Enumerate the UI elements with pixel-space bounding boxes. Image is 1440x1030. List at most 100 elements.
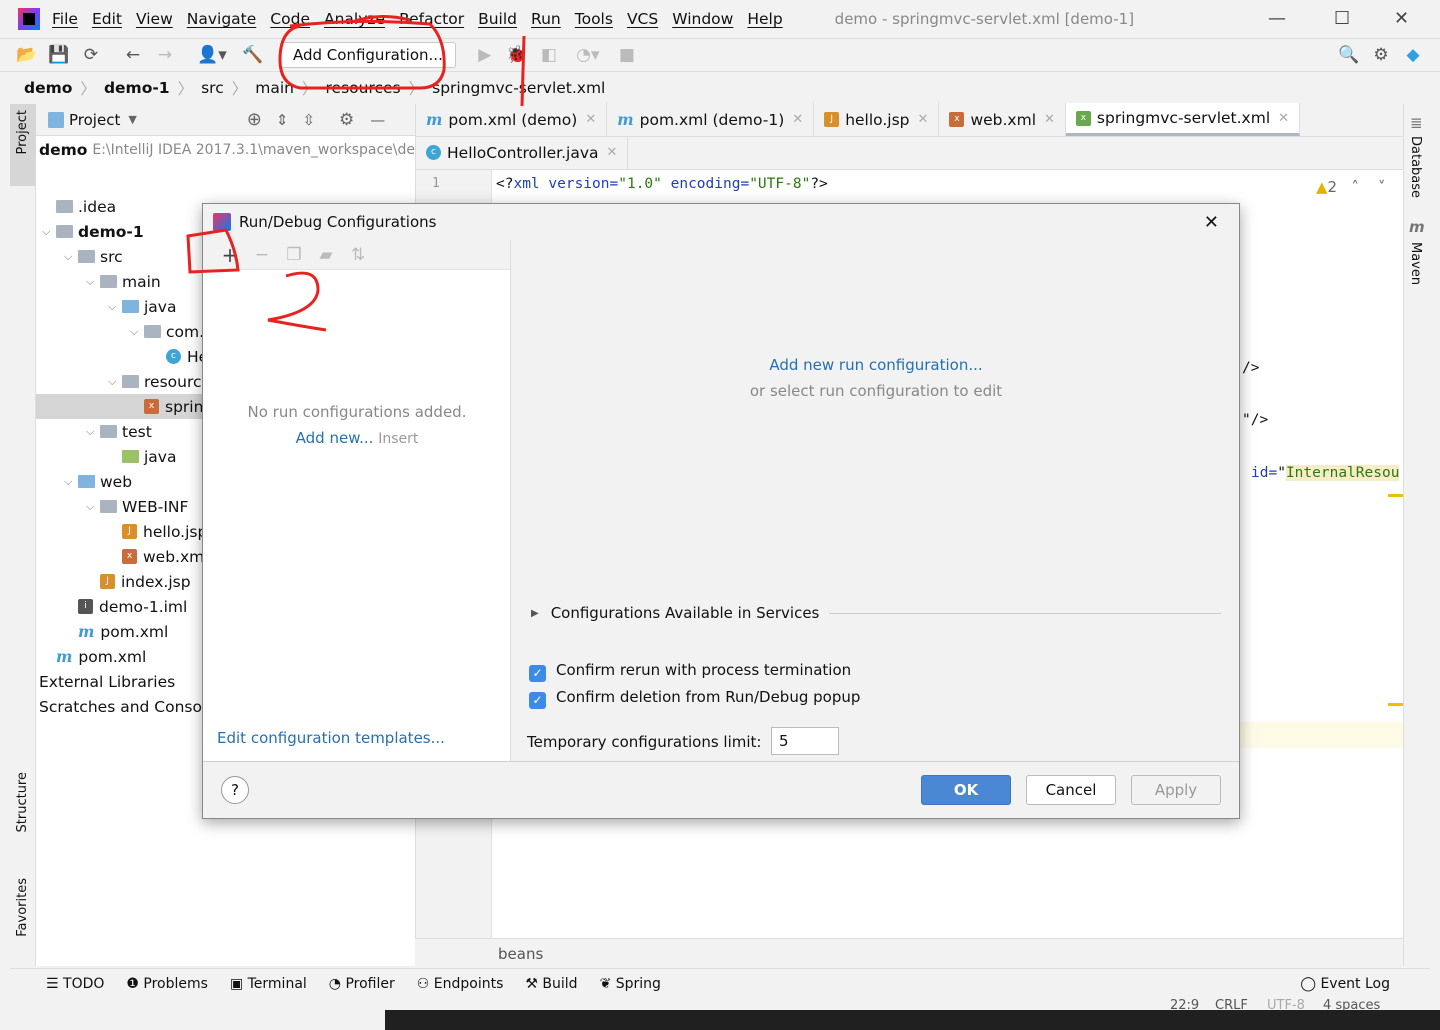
debug-icon[interactable]: 🐞 bbox=[504, 45, 530, 65]
copy-icon[interactable]: ❐ bbox=[281, 245, 307, 265]
add-icon[interactable]: + bbox=[217, 243, 243, 267]
edit-templates-link[interactable]: Edit configuration templates... bbox=[217, 729, 445, 747]
breadcrumb-item[interactable]: demo-1 bbox=[104, 79, 170, 97]
add-configuration-button[interactable]: Add Configuration... bbox=[280, 42, 456, 68]
tab-pom-demo-1[interactable]: m pom.xml (demo-1) ✕ bbox=[607, 103, 815, 136]
tree-item[interactable]: .idea bbox=[42, 194, 116, 219]
menu-run[interactable]: Run bbox=[531, 10, 561, 28]
warnings-indicator[interactable]: ▲2 ˄ ˅ bbox=[1316, 178, 1385, 196]
maven-tool-tab[interactable]: Maven bbox=[1408, 242, 1423, 285]
chevron-down-icon[interactable]: ⌵ bbox=[86, 425, 100, 439]
tab-hellocontroller[interactable]: c HelloController.java ✕ bbox=[416, 136, 629, 169]
apply-button[interactable]: Apply bbox=[1131, 775, 1221, 805]
menu-refactor[interactable]: Refactor bbox=[399, 10, 464, 28]
confirm-rerun-checkbox[interactable]: ✓ Confirm rerun with process termination bbox=[529, 661, 851, 682]
new-folder-icon[interactable]: ▰ bbox=[313, 245, 339, 265]
tree-item[interactable]: External Libraries bbox=[39, 669, 175, 694]
close-icon[interactable]: ✕ bbox=[1044, 112, 1055, 127]
menu-view[interactable]: View bbox=[136, 10, 173, 28]
chevron-down-icon[interactable]: ⌵ bbox=[42, 225, 56, 239]
breadcrumb-item[interactable]: springmvc-servlet.xml bbox=[432, 79, 605, 97]
services-section[interactable]: ▶ Configurations Available in Services bbox=[531, 604, 1221, 622]
breadcrumb-item[interactable]: demo bbox=[24, 79, 72, 97]
menu-file[interactable]: File bbox=[52, 10, 78, 28]
menu-navigate[interactable]: Navigate bbox=[187, 10, 257, 28]
search-icon[interactable]: 🔍 bbox=[1336, 45, 1362, 65]
chevron-down-icon[interactable]: ⌵ bbox=[64, 250, 78, 264]
tree-root[interactable]: demo bbox=[39, 141, 87, 159]
tree-item[interactable]: Jhello.jsp bbox=[108, 519, 207, 544]
tree-item[interactable]: ⌵ WEB-INF bbox=[86, 494, 188, 519]
problems-tab[interactable]: ❶ Problems bbox=[126, 976, 208, 992]
todo-tab[interactable]: ☰ TODO bbox=[46, 976, 104, 992]
close-window-button[interactable]: ✕ bbox=[1394, 8, 1409, 29]
tab-pom-demo[interactable]: m pom.xml (demo) ✕ bbox=[416, 103, 608, 136]
tab-web-xml[interactable]: x web.xml ✕ bbox=[939, 103, 1066, 136]
breadcrumb-item[interactable]: src bbox=[201, 79, 224, 97]
close-icon[interactable]: ✕ bbox=[585, 112, 596, 127]
tree-item[interactable]: ⌵ main bbox=[86, 269, 161, 294]
close-icon[interactable]: ✕ bbox=[607, 145, 618, 160]
menu-build[interactable]: Build bbox=[478, 10, 517, 28]
hide-icon[interactable]: — bbox=[370, 111, 385, 129]
gear-icon[interactable]: ⚙ bbox=[1368, 45, 1394, 65]
menu-edit[interactable]: Edit bbox=[92, 10, 122, 28]
spring-tab[interactable]: ❦ Spring bbox=[600, 976, 661, 992]
tab-hello-jsp[interactable]: Jhello.jsp ✕ bbox=[814, 103, 940, 136]
menu-vcs[interactable]: VCS bbox=[627, 10, 658, 28]
profiler-tab[interactable]: ◔ Profiler bbox=[329, 976, 395, 992]
close-dialog-button[interactable]: ✕ bbox=[1204, 212, 1219, 233]
cancel-button[interactable]: Cancel bbox=[1026, 775, 1116, 805]
tree-item[interactable]: Scratches and Console bbox=[39, 694, 216, 719]
tab-springmvc-servlet[interactable]: x springmvc-servlet.xml ✕ bbox=[1065, 103, 1301, 136]
stop-icon[interactable]: ■ bbox=[614, 45, 640, 65]
tree-item[interactable]: x web.xml bbox=[108, 544, 209, 569]
project-tool-tab[interactable]: Project bbox=[15, 110, 30, 154]
help-button[interactable]: ? bbox=[221, 776, 249, 804]
close-icon[interactable]: ✕ bbox=[792, 112, 803, 127]
tree-item[interactable]: m pom.xml bbox=[42, 644, 146, 669]
chevron-down-icon[interactable]: ⌵ bbox=[108, 375, 122, 389]
menu-help[interactable]: Help bbox=[747, 10, 782, 28]
sort-icon[interactable]: ⇅ bbox=[345, 245, 371, 265]
sync-icon[interactable]: ⟳ bbox=[78, 45, 104, 65]
chevron-down-icon[interactable]: ⌵ bbox=[86, 275, 100, 289]
menu-analyze[interactable]: Analyze bbox=[324, 10, 385, 28]
tree-item[interactable]: ⌵ src bbox=[64, 244, 123, 269]
minimize-button[interactable]: — bbox=[1268, 8, 1286, 29]
tree-item[interactable]: m pom.xml bbox=[64, 619, 168, 644]
remove-icon[interactable]: − bbox=[249, 245, 275, 265]
breadcrumb-item[interactable]: main bbox=[255, 79, 294, 97]
expand-all-icon[interactable]: ⇕ bbox=[276, 111, 289, 129]
tree-item[interactable]: ⌵ demo-1 bbox=[42, 219, 144, 244]
tree-item[interactable]: ⌵ java bbox=[108, 294, 176, 319]
open-icon[interactable]: 📂 bbox=[14, 45, 40, 65]
tree-item[interactable]: ⌵ test bbox=[86, 419, 152, 444]
close-icon[interactable]: ✕ bbox=[918, 112, 929, 127]
endpoints-tab[interactable]: ⚇ Endpoints bbox=[417, 976, 504, 992]
build-hammer-icon[interactable]: 🔨 bbox=[240, 45, 266, 65]
save-icon[interactable]: 💾 bbox=[46, 45, 72, 65]
forward-icon[interactable]: → bbox=[152, 45, 178, 65]
jetbrains-icon[interactable]: ◆ bbox=[1400, 45, 1426, 65]
add-new-link[interactable]: Add new... bbox=[296, 429, 374, 447]
gear-icon[interactable]: ⚙ bbox=[339, 110, 354, 130]
code-line-1[interactable]: <?xml version="1.0" encoding="UTF-8"?> bbox=[496, 176, 828, 192]
tree-item[interactable]: Jindex.jsp bbox=[86, 569, 191, 594]
favorites-tool-tab[interactable]: Favorites bbox=[15, 878, 30, 937]
menu-window[interactable]: Window bbox=[672, 10, 733, 28]
tree-item[interactable]: ⌵ web bbox=[64, 469, 132, 494]
tree-item[interactable]: java bbox=[108, 444, 176, 469]
database-tool-tab[interactable]: Database bbox=[1408, 136, 1423, 198]
temp-limit-input[interactable]: 5 bbox=[771, 727, 839, 755]
build-tab[interactable]: ⚒ Build bbox=[525, 976, 577, 992]
chevron-down-icon[interactable]: ⌵ bbox=[86, 500, 100, 514]
locate-icon[interactable]: ⊕ bbox=[247, 109, 262, 130]
coverage-icon[interactable]: ◧ bbox=[536, 45, 562, 65]
close-icon[interactable]: ✕ bbox=[1278, 111, 1289, 126]
run-icon[interactable]: ▶ bbox=[472, 45, 498, 65]
ok-button[interactable]: OK bbox=[921, 775, 1011, 805]
profile-icon[interactable]: ◔▾ bbox=[568, 45, 608, 65]
menu-code[interactable]: Code bbox=[270, 10, 310, 28]
collapse-all-icon[interactable]: ⇳ bbox=[302, 111, 315, 129]
